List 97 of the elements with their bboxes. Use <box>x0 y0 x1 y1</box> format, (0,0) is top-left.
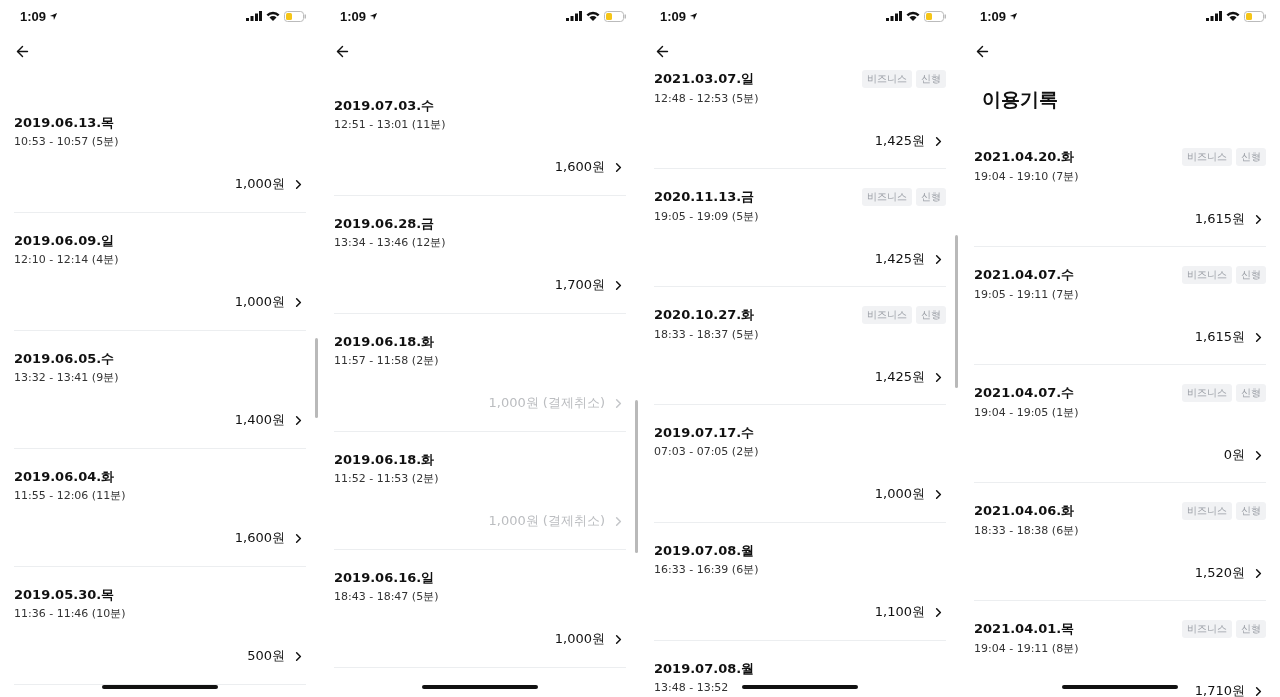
battery-icon <box>284 10 306 22</box>
wifi-icon <box>266 11 280 21</box>
record-time: 18:33 - 18:37 (5분) <box>654 328 759 342</box>
record-date: 2021.04.20.화 <box>974 148 1075 165</box>
record-amount[interactable]: 1,615원 <box>1194 328 1245 346</box>
record-date: 2019.07.08.월 <box>654 542 755 559</box>
record-tag: 비즈니스 <box>1182 620 1232 638</box>
record-time: 11:57 - 11:58 (2분) <box>334 354 439 368</box>
record-time: 11:55 - 12:06 (11분) <box>14 489 126 503</box>
location-arrow-icon <box>689 11 699 21</box>
record-amount[interactable]: 1,100원 <box>874 603 925 621</box>
record-date: 2021.04.07.수 <box>974 384 1075 401</box>
record-time: 13:32 - 13:41 (9분) <box>14 371 119 385</box>
record-time: 12:51 - 13:01 (11분) <box>334 118 446 132</box>
record-time: 13:34 - 13:46 (12분) <box>334 236 446 250</box>
record-time: 19:05 - 19:09 (5분) <box>654 210 759 224</box>
wifi-icon <box>1226 11 1240 21</box>
record-tag: 비즈니스 <box>1182 266 1232 284</box>
record-tag: 신형 <box>916 306 946 324</box>
status-time: 1:09 <box>20 8 47 24</box>
location-arrow-icon <box>1009 11 1019 21</box>
record-time: 18:33 - 18:38 (6분) <box>974 524 1079 538</box>
record-tag: 신형 <box>916 70 946 88</box>
record-amount[interactable]: 500원 <box>247 647 285 665</box>
record-time: 19:04 - 19:11 (8분) <box>974 642 1079 656</box>
status-time: 1:09 <box>340 8 367 24</box>
record-tag: 비즈니스 <box>1182 148 1232 166</box>
record-tag: 비즈니스 <box>862 188 912 206</box>
record-date: 2020.10.27.화 <box>654 306 755 323</box>
battery-icon <box>924 10 946 22</box>
wifi-icon <box>586 11 600 21</box>
record-time: 07:03 - 07:05 (2분) <box>654 445 759 459</box>
record-time: 18:43 - 18:47 (5분) <box>334 590 439 604</box>
record-time: 12:48 - 12:53 (5분) <box>654 92 759 106</box>
record-amount[interactable]: 1,600원 <box>554 158 605 176</box>
record-amount[interactable]: 1,000원 <box>234 293 285 311</box>
page-title: 이용기록 <box>982 86 1058 112</box>
record-amount[interactable]: 1,520원 <box>1194 564 1245 582</box>
record-amount[interactable]: 1,425원 <box>874 132 925 150</box>
record-date: 2019.06.18.화 <box>334 451 435 468</box>
record-date: 2020.11.13.금 <box>654 188 755 205</box>
record-amount[interactable]: 1,000원 <box>874 485 925 503</box>
record-date: 2021.03.07.일 <box>654 70 755 87</box>
record-tag: 신형 <box>916 188 946 206</box>
record-amount[interactable]: 1,000원 <box>554 630 605 648</box>
record-tag: 비즈니스 <box>862 306 912 324</box>
location-arrow-icon <box>49 11 59 21</box>
status-time: 1:09 <box>980 8 1007 24</box>
record-date: 2019.05.30.목 <box>14 586 115 603</box>
record-time: 19:04 - 19:05 (1분) <box>974 406 1079 420</box>
record-tag: 비즈니스 <box>1182 384 1232 402</box>
battery-icon <box>1244 10 1266 22</box>
record-date: 2019.06.04.화 <box>14 468 115 485</box>
signal-icon <box>886 11 902 21</box>
record-amount[interactable]: 1,710원 <box>1194 682 1245 697</box>
record-date: 2019.07.03.수 <box>334 97 435 114</box>
record-time: 13:48 - 13:52 <box>654 681 729 695</box>
record-tag: 신형 <box>1236 384 1266 402</box>
signal-icon <box>566 11 582 21</box>
record-tag: 신형 <box>1236 266 1266 284</box>
record-amount[interactable]: 1,425원 <box>874 250 925 268</box>
record-amount[interactable]: 1,600원 <box>234 529 285 547</box>
record-amount[interactable]: 1,425원 <box>874 368 925 386</box>
record-time: 16:33 - 16:39 (6분) <box>654 563 759 577</box>
record-date: 2019.06.18.화 <box>334 333 435 350</box>
record-amount[interactable]: 1,615원 <box>1194 210 1245 228</box>
record-tag: 신형 <box>1236 502 1266 520</box>
record-tag: 신형 <box>1236 148 1266 166</box>
location-arrow-icon <box>369 11 379 21</box>
record-date: 2019.06.28.금 <box>334 215 435 232</box>
record-date: 2019.06.13.목 <box>14 114 115 131</box>
record-time: 19:04 - 19:10 (7분) <box>974 170 1079 184</box>
battery-icon <box>604 10 626 22</box>
record-date: 2019.07.17.수 <box>654 424 755 441</box>
record-time: 12:10 - 12:14 (4분) <box>14 253 119 267</box>
record-tag: 비즈니스 <box>862 70 912 88</box>
record-date: 2021.04.06.화 <box>974 502 1075 519</box>
record-time: 11:52 - 11:53 (2분) <box>334 472 439 486</box>
record-date: 2019.06.05.수 <box>14 350 115 367</box>
record-amount[interactable]: 1,700원 <box>554 276 605 294</box>
record-date: 2019.06.09.일 <box>14 232 115 249</box>
record-date: 2021.04.01.목 <box>974 620 1075 637</box>
record-date: 2019.07.08.월 <box>654 660 755 677</box>
record-tag: 비즈니스 <box>1182 502 1232 520</box>
signal-icon <box>1206 11 1222 21</box>
signal-icon <box>246 11 262 21</box>
record-date: 2019.06.16.일 <box>334 569 435 586</box>
record-time: 11:36 - 11:46 (10분) <box>14 607 126 621</box>
record-amount[interactable]: 1,000원 <box>234 175 285 193</box>
record-amount[interactable]: 0원 <box>1223 446 1245 464</box>
record-amount[interactable]: 1,400원 <box>234 411 285 429</box>
record-time: 19:05 - 19:11 (7분) <box>974 288 1079 302</box>
wifi-icon <box>906 11 920 21</box>
record-date: 2021.04.07.수 <box>974 266 1075 283</box>
record-time: 10:53 - 10:57 (5분) <box>14 135 119 149</box>
status-time: 1:09 <box>660 8 687 24</box>
record-tag: 신형 <box>1236 620 1266 638</box>
